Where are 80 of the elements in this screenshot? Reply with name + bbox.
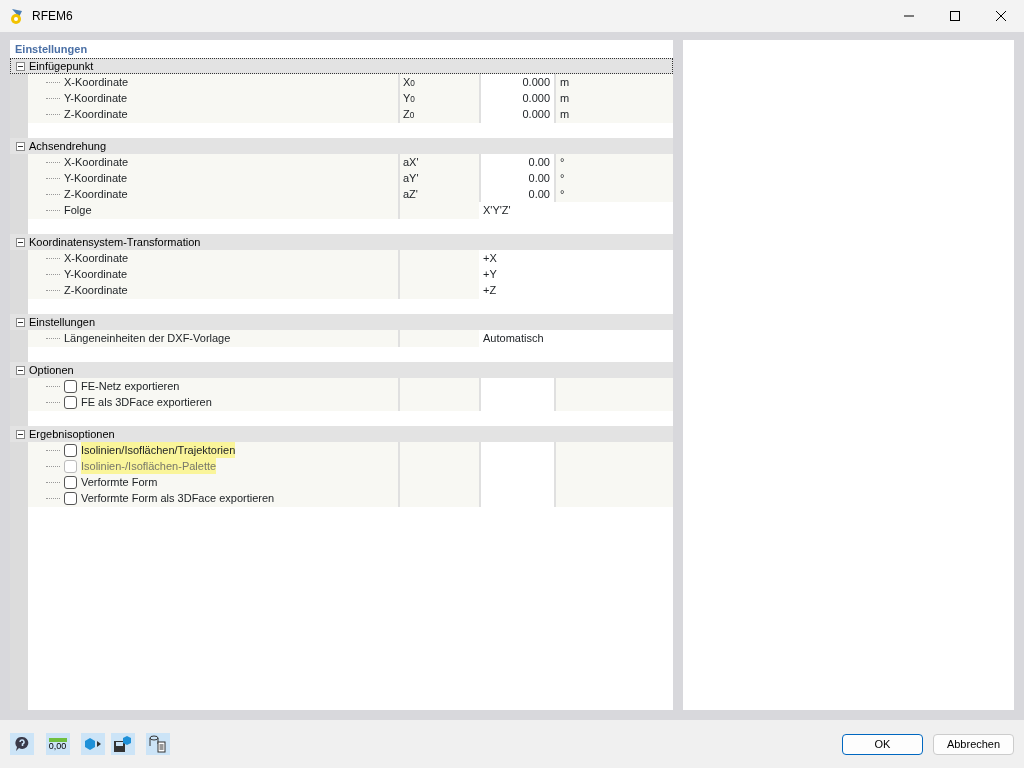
checkbox[interactable] <box>64 443 77 457</box>
table-cell: Y$_{0}$ <box>398 90 479 107</box>
tree-line <box>46 193 60 195</box>
save-icon <box>112 735 133 753</box>
option-label: Isolinien-/Isoflächen-Palette <box>81 458 217 475</box>
ok-button[interactable]: OK <box>842 733 923 755</box>
tree-line <box>46 449 60 451</box>
collapse-toggle[interactable] <box>16 317 25 327</box>
option-label: FE als 3DFace exportieren <box>81 395 212 410</box>
property-label: X-Koordinate <box>64 155 129 170</box>
export-button[interactable] <box>81 733 105 755</box>
table-cell: m <box>554 74 673 91</box>
tree-line <box>46 497 60 499</box>
group-label: Koordinatensystem-Transformation <box>29 234 201 250</box>
decimals-button[interactable]: 0,00 <box>45 733 70 755</box>
tree-line <box>46 481 60 483</box>
ruler-icon <box>48 737 67 742</box>
group-label: Einfügepunkt <box>29 58 94 74</box>
property-label: Z-Koordinate <box>64 283 128 298</box>
table-cell: aX' <box>398 154 479 171</box>
decimals-label: 0,00 <box>48 741 67 751</box>
option-label: FE-Netz exportieren <box>81 379 180 394</box>
cancel-button[interactable]: Abbrechen <box>933 733 1014 755</box>
property-label: Y-Koordinate <box>64 267 128 282</box>
property-label: Z-Koordinate <box>64 107 128 122</box>
cube-arrow-icon <box>83 737 103 751</box>
collapse-toggle[interactable] <box>16 237 25 247</box>
checkbox[interactable] <box>64 379 77 393</box>
property-label: Y-Koordinate <box>64 171 128 186</box>
checkbox[interactable] <box>64 491 77 505</box>
collapse-toggle[interactable] <box>16 61 25 71</box>
tree-line <box>46 97 60 99</box>
table-cell: m <box>554 106 673 123</box>
tree-line <box>46 209 60 211</box>
group-label: Optionen <box>29 362 74 378</box>
option-label: Verformte Form als 3DFace exportieren <box>81 491 275 506</box>
tree-line <box>46 385 60 387</box>
report-button[interactable] <box>146 733 170 755</box>
help-button[interactable] <box>10 733 34 755</box>
save-button[interactable] <box>110 733 135 755</box>
tree-line <box>46 81 60 83</box>
option-label: Isolinien/Isoflächen/Trajektorien <box>81 442 236 459</box>
table-cell: X$_{0}$ <box>398 74 479 91</box>
checkbox[interactable] <box>64 475 77 489</box>
table-cell: ° <box>554 186 673 203</box>
table-cell: ° <box>554 170 673 187</box>
table-cell: ° <box>554 154 673 171</box>
group-label: Einstellungen <box>29 314 96 330</box>
property-label: Y-Koordinate <box>64 91 128 106</box>
tree-line <box>46 465 60 467</box>
collapse-toggle[interactable] <box>16 141 25 151</box>
property-label: X-Koordinate <box>64 75 129 90</box>
panel-title: Einstellungen <box>14 42 89 57</box>
tree-line <box>46 161 60 163</box>
tree-line <box>46 337 60 339</box>
report-icon <box>149 735 167 753</box>
property-label: Längeneinheiten der DXF-Vorlage <box>64 331 231 346</box>
tree-line <box>46 257 60 259</box>
tree-line <box>46 289 60 291</box>
tree-line <box>46 113 60 115</box>
tree-line <box>46 273 60 275</box>
maximize-icon[interactable] <box>950 11 960 21</box>
close-icon[interactable] <box>996 11 1006 21</box>
property-label: Folge <box>64 203 92 218</box>
table-cell: aZ' <box>398 186 479 203</box>
window-title: RFEM6 <box>32 8 73 25</box>
property-label: X-Koordinate <box>64 251 129 266</box>
tree-line <box>46 177 60 179</box>
group-label: Ergebnisoptionen <box>29 426 115 442</box>
help-icon <box>14 736 30 752</box>
collapse-toggle[interactable] <box>16 365 25 375</box>
table-cell: Z$_{0}$ <box>398 106 479 123</box>
property-label: Z-Koordinate <box>64 187 128 202</box>
collapse-toggle[interactable] <box>16 429 25 439</box>
table-cell: aY' <box>398 170 479 187</box>
table-cell: m <box>554 90 673 107</box>
tree-line <box>46 401 60 403</box>
checkbox[interactable] <box>64 395 77 409</box>
group-label: Achsendrehung <box>29 138 107 154</box>
option-label: Verformte Form <box>81 475 158 490</box>
